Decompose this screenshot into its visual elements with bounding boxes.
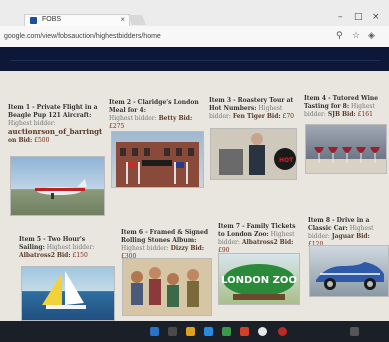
sailboat-illustration — [42, 271, 86, 309]
bid-prefix: Bid: — [341, 111, 356, 118]
bid-prefix: Bid: — [279, 239, 294, 246]
item-card-6: Item 6 - Framed & Signed Rolling Stones … — [121, 229, 211, 261]
roastery-photo[interactable]: HOT — [210, 128, 297, 180]
item-card-5: Item 5 - Two Hour's Sailing: Highest bid… — [19, 236, 105, 260]
minimize-icon[interactable]: – — [338, 12, 343, 22]
bid-prefix: Bid: — [356, 233, 370, 240]
item-card-7: Item 7 - Family Tickets to London Zoo: H… — [218, 223, 302, 255]
close-window-icon[interactable]: × — [372, 12, 380, 22]
system-tray-icon[interactable] — [350, 327, 359, 336]
task-view-icon[interactable] — [168, 327, 177, 336]
bid-prefix: Bid: — [178, 115, 193, 122]
item-title: Item 1 - Private Flight in a Beagle Pup … — [8, 104, 98, 119]
item-card-2: Item 2 - Claridge's London Meal for 4: H… — [109, 99, 201, 131]
extension-icon[interactable]: ◈ — [368, 31, 375, 41]
bidder-name: auctionrson_of_barringt — [8, 127, 103, 136]
app-icon[interactable] — [240, 327, 249, 336]
item-title: Item 6 - Framed & Signed Rolling Stones … — [121, 229, 209, 244]
header-divider — [10, 60, 380, 61]
os-taskbar — [0, 321, 389, 342]
site-favicon-icon — [30, 17, 37, 24]
bid-amount: £150 — [72, 252, 88, 259]
bidder-name: Albatross2 — [19, 252, 55, 259]
wine-photo[interactable] — [305, 124, 387, 174]
bidder-label: Highest bidder: — [121, 245, 169, 252]
bid-prefix: Bid: — [190, 245, 205, 252]
wine-glasses-illustration — [306, 147, 386, 173]
bid-prefix: on Bid: — [8, 137, 33, 144]
star-icon[interactable]: ☆ — [352, 31, 360, 41]
tab-close-icon[interactable]: × — [120, 15, 125, 24]
maximize-icon[interactable]: □ — [354, 12, 363, 22]
item-card-4: Item 4 - Tutored Wine Tasting for 8: Hig… — [304, 95, 386, 119]
bid-amount: £500 — [34, 137, 50, 144]
bid-amount: £275 — [109, 123, 125, 130]
tab-title: FOBS — [42, 16, 62, 23]
classic-car-photo[interactable] — [309, 245, 389, 297]
aircraft-illustration — [35, 179, 87, 199]
opera-icon[interactable] — [278, 327, 287, 336]
classic-car-illustration — [316, 262, 384, 290]
item-title: Item 2 - Claridge's London Meal for 4: — [109, 99, 199, 114]
sailing-photo[interactable] — [21, 266, 115, 321]
hotel-photo[interactable] — [111, 131, 204, 188]
aircraft-photo[interactable] — [10, 156, 105, 216]
store-icon[interactable] — [222, 327, 231, 336]
monitor-screen: FOBS × – □ × google.com/view/fobsauction… — [0, 0, 389, 342]
bid-prefix: Bid: — [56, 252, 71, 259]
address-bar: google.com/view/fobsauction/highestbidde… — [0, 26, 389, 48]
bidder-name: Betty — [158, 115, 177, 122]
bid-amount: £161 — [357, 111, 373, 118]
bid-prefix: Bid: — [266, 113, 281, 120]
bidder-name: SJB — [327, 111, 341, 118]
bid-amount: £70 — [282, 113, 294, 120]
browser-tab-strip: FOBS × – □ × — [0, 0, 389, 27]
album-cover-illustration — [123, 259, 211, 315]
zoo-sign-illustration: LONDON ZOO — [221, 264, 297, 300]
zoo-sign: LONDON ZOO — [221, 275, 297, 286]
chrome-icon[interactable] — [258, 327, 267, 336]
album-photo[interactable] — [122, 258, 212, 316]
bidder-name: Jaguar — [331, 233, 355, 240]
hot-sign: HOT — [279, 157, 294, 164]
item-card-1: Item 1 - Private Flight in a Beagle Pup … — [8, 104, 103, 145]
bidder-name: Albatross2 — [241, 239, 278, 246]
bidder-label: Highest bidder: — [8, 120, 56, 127]
windows-start-icon[interactable] — [150, 327, 159, 336]
bidder-label: Highest bidder: — [109, 115, 157, 122]
bidder-name: Fen Tiger — [232, 113, 265, 120]
roastery-illustration: HOT — [211, 129, 296, 179]
url-field[interactable]: google.com/view/fobsauction/highestbidde… — [4, 33, 161, 40]
zoo-photo[interactable]: LONDON ZOO — [218, 253, 300, 305]
bidder-name: Dizzy — [170, 245, 189, 252]
bidder-label: Highest bidder: — [46, 244, 95, 251]
new-tab-button[interactable] — [128, 15, 146, 25]
site-header-bar — [0, 47, 389, 71]
search-icon[interactable]: ⚲ — [336, 31, 343, 41]
hotel-building-illustration — [116, 142, 199, 187]
edge-browser-icon[interactable] — [204, 327, 213, 336]
file-explorer-icon[interactable] — [186, 327, 195, 336]
item-card-3: Item 3 - Roastery Tour at Hot Numbers: H… — [209, 97, 299, 121]
